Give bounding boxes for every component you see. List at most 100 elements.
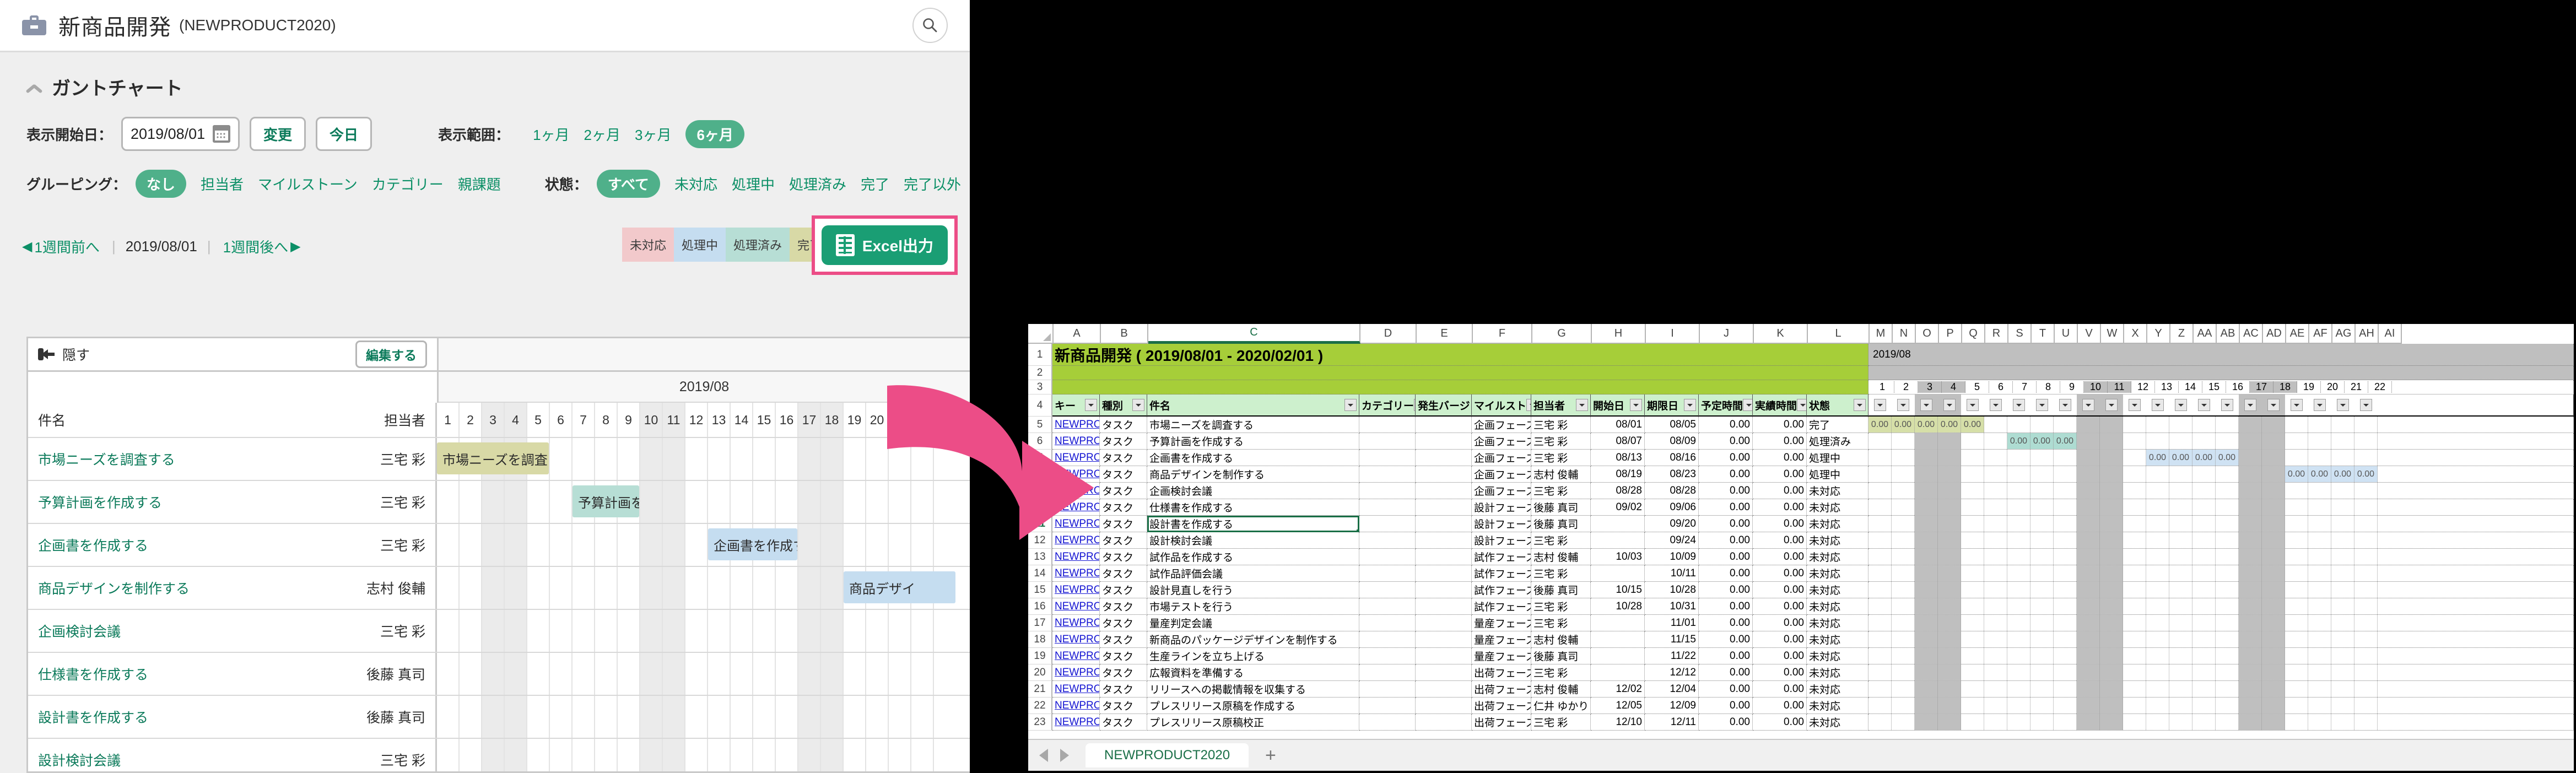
excel-gantt-cell[interactable] <box>2077 483 2100 499</box>
excel-gantt-cell[interactable] <box>2331 598 2354 614</box>
excel-gantt-cell[interactable] <box>2054 516 2077 532</box>
excel-gantt-cell[interactable] <box>2192 417 2216 433</box>
excel-column-header[interactable]: Y <box>2147 324 2170 344</box>
filter-dropdown-icon[interactable] <box>1897 399 1909 411</box>
excel-gantt-cell[interactable]: 0.00 <box>2285 466 2308 482</box>
task-name-link[interactable]: 企画書を作成する <box>38 535 148 555</box>
gantt-day-cell[interactable] <box>460 696 482 738</box>
gantt-day-cell[interactable] <box>618 610 640 652</box>
excel-cell[interactable]: 0.00 <box>1699 532 1753 549</box>
gantt-day-cell[interactable] <box>573 653 595 695</box>
excel-gantt-cells[interactable] <box>1868 615 2574 631</box>
excel-column-header[interactable]: E <box>1417 324 1473 344</box>
excel-cell[interactable]: NEWPRO <box>1052 664 1100 681</box>
gantt-day-cell[interactable] <box>866 653 889 695</box>
excel-gantt-cell[interactable] <box>1868 549 1892 565</box>
excel-gantt-cell[interactable] <box>1868 648 1892 664</box>
excel-row-header[interactable]: 21 <box>1028 681 1052 698</box>
excel-column-header[interactable]: AH <box>2356 324 2379 344</box>
excel-cell[interactable] <box>1359 631 1416 648</box>
excel-cell[interactable]: 0.00 <box>1753 648 1807 664</box>
excel-gantt-cell[interactable] <box>2077 598 2100 614</box>
excel-gantt-cell[interactable] <box>2123 499 2146 515</box>
excel-cell[interactable] <box>1416 516 1472 532</box>
gantt-day-cell[interactable] <box>708 610 731 652</box>
excel-gantt-cell[interactable] <box>2100 565 2123 581</box>
excel-column-header[interactable]: J <box>1700 324 1754 344</box>
excel-task-name-cell[interactable]: 設計書を作成する <box>1147 516 1359 532</box>
excel-gantt-cell[interactable] <box>1892 631 1915 647</box>
excel-cell[interactable] <box>1416 549 1472 565</box>
excel-gantt-cell[interactable] <box>2100 466 2123 482</box>
excel-gantt-cell[interactable] <box>2100 698 2123 713</box>
excel-task-name-cell[interactable]: 仕様書を作成する <box>1147 499 1359 516</box>
gantt-day-cell[interactable] <box>595 438 618 480</box>
excel-gantt-cell[interactable] <box>2331 615 2354 631</box>
excel-gantt-cell[interactable] <box>1961 598 1984 614</box>
gantt-day-cell[interactable] <box>505 653 527 695</box>
excel-gantt-cell[interactable] <box>2007 598 2030 614</box>
excel-cell[interactable]: NEWPRO <box>1052 582 1100 598</box>
change-button[interactable]: 変更 <box>250 117 306 151</box>
excel-gantt-cell[interactable] <box>1961 499 1984 515</box>
filter-dropdown-icon[interactable] <box>2129 399 2141 411</box>
excel-gantt-cell[interactable] <box>2285 615 2308 631</box>
excel-gantt-cell[interactable] <box>2262 664 2285 680</box>
excel-gantt-cell[interactable]: 0.00 <box>1892 417 1915 433</box>
excel-cell[interactable]: 12/11 <box>1645 714 1699 731</box>
excel-gantt-cell[interactable] <box>1915 532 1938 548</box>
filter-dropdown-icon[interactable] <box>2267 399 2280 411</box>
excel-gantt-cells[interactable] <box>1868 565 2574 582</box>
excel-gantt-cell[interactable] <box>1892 664 1915 680</box>
excel-gantt-cell[interactable] <box>1938 466 1961 482</box>
excel-gantt-cell[interactable]: 0.00 <box>1915 417 1938 433</box>
excel-gantt-cell[interactable] <box>2239 499 2262 515</box>
excel-gantt-cell[interactable] <box>2192 532 2216 548</box>
excel-gantt-cell[interactable] <box>1892 582 1915 598</box>
excel-gantt-cell[interactable]: 0.00 <box>1868 417 1892 433</box>
excel-cell[interactable]: 0.00 <box>1699 466 1753 483</box>
excel-gantt-cell[interactable] <box>2077 433 2100 449</box>
excel-gantt-cell[interactable] <box>2262 483 2285 499</box>
excel-cell[interactable]: 0.00 <box>1699 615 1753 631</box>
excel-gantt-cell[interactable] <box>2354 450 2378 466</box>
excel-gantt-cell[interactable] <box>2216 631 2239 647</box>
excel-cell[interactable]: 未対応 <box>1807 516 1868 532</box>
excel-task-name-cell[interactable]: 市場テストを行う <box>1147 598 1359 615</box>
gantt-day-cell[interactable] <box>753 739 776 771</box>
excel-cell[interactable]: タスク <box>1100 582 1147 598</box>
excel-gantt-cell[interactable] <box>2100 516 2123 532</box>
excel-gantt-cell[interactable] <box>1915 450 1938 466</box>
excel-gantt-cell[interactable] <box>2054 483 2077 499</box>
excel-gantt-cell[interactable] <box>2216 648 2239 664</box>
gantt-day-cell[interactable] <box>798 696 821 738</box>
excel-gantt-cell[interactable] <box>2146 499 2169 515</box>
excel-gantt-cell[interactable] <box>2262 714 2285 730</box>
excel-cell[interactable]: 0.00 <box>1699 499 1753 516</box>
gantt-day-cell[interactable] <box>663 567 685 609</box>
excel-gantt-cell[interactable] <box>2331 417 2354 433</box>
excel-gantt-cell[interactable] <box>2354 483 2378 499</box>
excel-gantt-cell[interactable] <box>2169 565 2192 581</box>
excel-gantt-cell[interactable] <box>2030 565 2054 581</box>
excel-gantt-cell[interactable] <box>2239 681 2262 697</box>
excel-gantt-cell[interactable] <box>2262 681 2285 697</box>
gantt-day-cell[interactable] <box>460 524 482 566</box>
excel-cell[interactable] <box>1359 499 1416 516</box>
excel-cell[interactable]: 0.00 <box>1753 433 1807 450</box>
excel-title-cell[interactable]: 新商品開発 ( 2019/08/01 - 2020/02/01 ) <box>1052 344 1868 366</box>
gantt-day-cell[interactable] <box>708 567 731 609</box>
excel-gantt-cell[interactable] <box>2216 433 2239 449</box>
excel-cell[interactable]: 未対応 <box>1807 664 1868 681</box>
gantt-day-cell[interactable] <box>618 653 640 695</box>
gantt-day-cell[interactable] <box>640 567 663 609</box>
excel-cell[interactable]: タスク <box>1100 417 1147 433</box>
excel-gantt-cell[interactable] <box>2123 466 2146 482</box>
gantt-day-cell[interactable] <box>437 524 460 566</box>
excel-cell[interactable]: 未対応 <box>1807 565 1868 582</box>
excel-gantt-cell[interactable] <box>1961 664 1984 680</box>
gantt-day-cell[interactable] <box>708 653 731 695</box>
excel-gantt-cell[interactable] <box>1892 532 1915 548</box>
excel-gantt-cell[interactable] <box>2100 532 2123 548</box>
excel-cell[interactable] <box>1359 466 1416 483</box>
